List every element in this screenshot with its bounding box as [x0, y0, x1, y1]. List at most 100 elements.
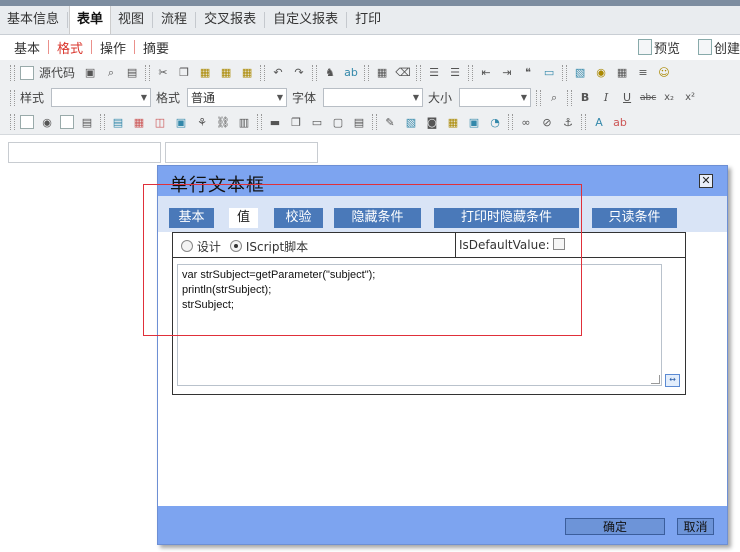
- dialog-tab-value[interactable]: 值: [229, 208, 258, 228]
- source-code-button[interactable]: 源代码: [39, 64, 75, 81]
- report-icon[interactable]: ▣: [466, 114, 482, 130]
- flash-icon[interactable]: ◉: [593, 65, 609, 81]
- dialog-tab-basic[interactable]: 基本: [169, 208, 214, 228]
- indent-icon[interactable]: ⇥: [499, 65, 515, 81]
- cancel-button[interactable]: 取消: [677, 518, 714, 535]
- form-field-2[interactable]: [165, 142, 318, 163]
- paste-icon[interactable]: ▦: [197, 65, 213, 81]
- date-control-icon[interactable]: ▦: [131, 114, 147, 130]
- redo-icon[interactable]: ↷: [291, 65, 307, 81]
- expand-editor-icon[interactable]: ↔: [665, 374, 680, 387]
- copy-icon[interactable]: ❐: [176, 65, 192, 81]
- department-control-icon[interactable]: ▣: [173, 114, 189, 130]
- toolbar-grip: [100, 114, 105, 130]
- subtab-format[interactable]: 格式: [49, 38, 91, 57]
- tab-cross-report[interactable]: 交叉报表: [197, 6, 263, 34]
- resize-handle-icon[interactable]: [651, 375, 660, 384]
- smiley-icon[interactable]: ☺: [656, 65, 672, 81]
- hidden-field-icon[interactable]: ▬: [267, 114, 283, 130]
- maximize-icon[interactable]: ⌕: [546, 90, 562, 106]
- checkbox-control-icon[interactable]: [20, 115, 34, 129]
- tab-print[interactable]: 打印: [348, 6, 388, 34]
- create-link[interactable]: 创建: [697, 38, 740, 57]
- image-field-icon[interactable]: ▧: [403, 114, 419, 130]
- button-control-icon[interactable]: ◫: [152, 114, 168, 130]
- save-icon[interactable]: ▣: [82, 65, 98, 81]
- radio-design[interactable]: [181, 240, 193, 252]
- mode-script-option[interactable]: IScript脚本: [230, 238, 308, 255]
- dialog-tab-validation[interactable]: 校验: [274, 208, 323, 228]
- link-control-icon[interactable]: ⛓: [215, 114, 231, 130]
- unlink-icon[interactable]: ⊘: [539, 114, 555, 130]
- paste-word-icon[interactable]: ▦: [239, 65, 255, 81]
- table-icon[interactable]: ▦: [614, 65, 630, 81]
- pencil-icon[interactable]: ✎: [382, 114, 398, 130]
- tab-custom-report[interactable]: 自定义报表: [266, 6, 345, 34]
- image-icon[interactable]: ▧: [572, 65, 588, 81]
- outdent-icon[interactable]: ⇤: [478, 65, 494, 81]
- italic-icon[interactable]: I: [598, 90, 614, 106]
- superscript-icon[interactable]: x²: [682, 90, 698, 106]
- select-all-icon[interactable]: ▦: [374, 65, 390, 81]
- embed-icon[interactable]: ▭: [309, 114, 325, 130]
- subtab-separator: [91, 40, 93, 54]
- link-icon[interactable]: ∞: [518, 114, 534, 130]
- anchor-icon[interactable]: ⚓: [560, 114, 576, 130]
- subtab-summary[interactable]: 摘要: [135, 38, 177, 57]
- textarea-control-icon[interactable]: ▤: [79, 114, 95, 130]
- subtab-basic[interactable]: 基本: [0, 38, 48, 57]
- dialog-tab-print-hide-condition[interactable]: 打印时隐藏条件: [434, 208, 579, 228]
- bulleted-list-icon[interactable]: ☰: [447, 65, 463, 81]
- toolbar-grip: [567, 89, 573, 106]
- numbered-list-icon[interactable]: ☰: [426, 65, 442, 81]
- script-editor[interactable]: var strSubject=getParameter("subject"); …: [177, 264, 662, 386]
- dialog-tab-readonly-condition[interactable]: 只读条件: [592, 208, 677, 228]
- font-select[interactable]: ▼: [323, 88, 424, 107]
- paste-text-icon[interactable]: ▦: [218, 65, 234, 81]
- form-field-1[interactable]: [8, 142, 161, 163]
- preview-link[interactable]: 预览: [637, 38, 680, 57]
- format-select[interactable]: 普通 ▼: [187, 88, 288, 107]
- find-icon[interactable]: ♞: [322, 65, 338, 81]
- textfield-control-icon[interactable]: [60, 115, 74, 129]
- preview-page-icon[interactable]: ⌕: [103, 65, 119, 81]
- template-icon[interactable]: ▤: [124, 65, 140, 81]
- horizontal-rule-icon[interactable]: ≡: [635, 65, 651, 81]
- close-icon[interactable]: ✕: [699, 174, 713, 188]
- tree-control-icon[interactable]: ⚘: [194, 114, 210, 130]
- undo-icon[interactable]: ↶: [270, 65, 286, 81]
- subtab-operation[interactable]: 操作: [92, 38, 134, 57]
- excel-icon[interactable]: ▦: [445, 114, 461, 130]
- tab-form[interactable]: 表单: [69, 6, 112, 34]
- view-field-icon[interactable]: ▤: [351, 114, 367, 130]
- tab-workflow[interactable]: 流程: [154, 6, 194, 34]
- copy-field-icon[interactable]: ❐: [288, 114, 304, 130]
- text-color-icon[interactable]: A: [591, 114, 607, 130]
- attachment-control-icon[interactable]: ▥: [236, 114, 252, 130]
- remove-format-icon[interactable]: ⌫: [395, 65, 411, 81]
- blockquote-icon[interactable]: ❝: [520, 65, 536, 81]
- spellcheck-icon[interactable]: ab: [612, 114, 628, 130]
- style-select[interactable]: ▼: [51, 88, 152, 107]
- size-select[interactable]: ▼: [459, 88, 532, 107]
- chart-icon[interactable]: ◔: [487, 114, 503, 130]
- select-control-icon[interactable]: ▤: [110, 114, 126, 130]
- mode-design-option[interactable]: 设计: [181, 238, 221, 255]
- div-container-icon[interactable]: ▭: [541, 65, 557, 81]
- ok-button[interactable]: 确定: [565, 518, 665, 535]
- subtab-separator: [48, 40, 50, 54]
- radio-control-icon[interactable]: ◉: [39, 114, 55, 130]
- dialog-field-icon[interactable]: ▢: [330, 114, 346, 130]
- replace-icon[interactable]: ab: [343, 65, 359, 81]
- underline-icon[interactable]: U: [619, 90, 635, 106]
- camera-icon[interactable]: ◙: [424, 114, 440, 130]
- tab-view[interactable]: 视图: [111, 6, 151, 34]
- cut-icon[interactable]: ✂: [155, 65, 171, 81]
- subscript-icon[interactable]: x₂: [661, 90, 677, 106]
- bold-icon[interactable]: B: [577, 90, 593, 106]
- tab-basic-info[interactable]: 基本信息: [0, 6, 66, 34]
- dialog-tab-hide-condition[interactable]: 隐藏条件: [334, 208, 421, 228]
- radio-iscript[interactable]: [230, 240, 242, 252]
- is-default-checkbox[interactable]: [553, 238, 566, 250]
- strikethrough-icon[interactable]: abc: [640, 90, 656, 106]
